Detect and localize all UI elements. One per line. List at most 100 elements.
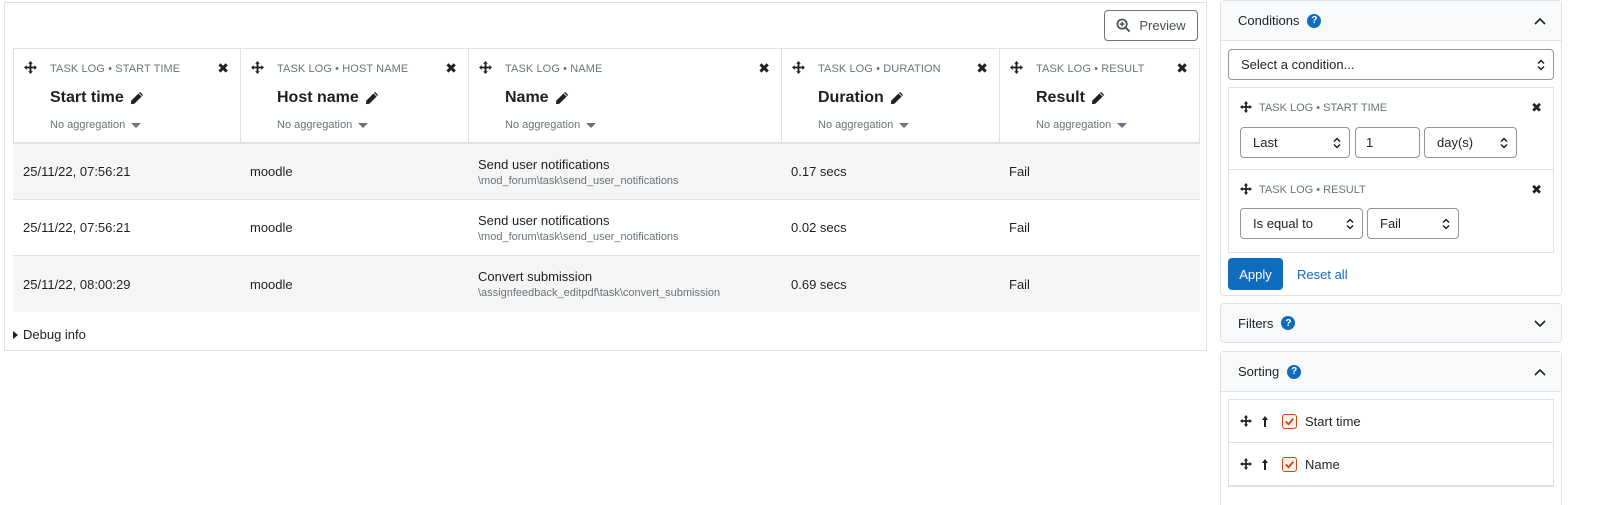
pencil-icon[interactable] [130, 91, 144, 105]
aggregation-dropdown[interactable]: No aggregation [50, 119, 142, 131]
pencil-icon[interactable] [555, 91, 569, 105]
aggregation-dropdown[interactable]: No aggregation [1036, 119, 1128, 131]
debug-info-toggle[interactable]: Debug info [13, 327, 86, 342]
check-icon [1285, 417, 1294, 426]
sort-item-label: Name [1305, 456, 1340, 472]
column-crumb: TASK LOG • NAME [505, 63, 603, 75]
move-icon[interactable] [792, 61, 805, 74]
cell-host-name: moodle [250, 164, 293, 179]
move-icon[interactable] [1010, 61, 1023, 74]
help-icon[interactable]: ? [1281, 316, 1296, 330]
pencil-icon[interactable] [365, 91, 379, 105]
condition-select-value: Select a condition... [1241, 57, 1355, 72]
result-value: Fail [1380, 216, 1401, 231]
remove-condition-icon[interactable]: ✖ [1531, 182, 1542, 198]
column-title[interactable]: Duration [818, 89, 904, 107]
column-crumb: TASK LOG • DURATION [818, 63, 941, 75]
column-title[interactable]: Start time [50, 89, 144, 107]
value-input[interactable]: 1 [1355, 127, 1420, 158]
result-value-select[interactable]: Fail [1367, 208, 1459, 239]
sorting-header[interactable]: Sorting ? [1221, 352, 1561, 392]
table-header: TASK LOG • START TIME ✖ Start time No ag… [13, 48, 1200, 144]
sort-item-label: Start time [1305, 413, 1361, 429]
column-crumb: TASK LOG • START TIME [50, 63, 181, 75]
column-title[interactable]: Host name [277, 89, 379, 107]
column-header-start-time[interactable]: TASK LOG • START TIME ✖ Start time No ag… [14, 49, 241, 142]
remove-column-icon[interactable]: ✖ [976, 60, 988, 77]
arrow-up-icon[interactable] [1260, 458, 1270, 471]
column-header-name[interactable]: TASK LOG • NAME ✖ Name No aggregation [469, 49, 782, 142]
sort-list: Start time Name [1228, 399, 1554, 487]
sort-item-name[interactable]: Name [1229, 443, 1553, 486]
disclosure-triangle-icon [13, 330, 18, 339]
select-arrows-icon [1500, 137, 1508, 149]
operator-value: Last [1253, 135, 1278, 150]
filters-title: Filters [1238, 315, 1274, 331]
unit-select[interactable]: day(s) [1424, 127, 1517, 158]
operator-select[interactable]: Is equal to [1240, 208, 1363, 239]
table-row: 25/11/22, 07:56:21 moodle Send user noti… [13, 144, 1200, 200]
sorting-title: Sorting [1238, 364, 1280, 379]
caret-down-icon [131, 122, 142, 128]
check-icon [1285, 460, 1294, 469]
condition-item-start-time: TASK LOG • START TIME ✖ Last 1 day(s) [1229, 88, 1553, 170]
remove-column-icon[interactable]: ✖ [758, 60, 770, 77]
task-classname: \mod_forum\task\send_user_notifications [478, 174, 679, 187]
remove-column-icon[interactable]: ✖ [445, 60, 457, 77]
move-icon[interactable] [479, 61, 492, 74]
column-header-duration[interactable]: TASK LOG • DURATION ✖ Duration No aggreg… [782, 49, 1000, 142]
help-icon[interactable]: ? [1287, 364, 1302, 379]
cell-duration: 0.02 secs [791, 220, 847, 235]
conditions-card: Conditions ? Select a condition... TASK … [1220, 0, 1562, 296]
cell-name: Send user notifications \mod_forum\task\s… [468, 144, 781, 199]
table-row: 25/11/22, 08:00:29 moodle Convert submis… [13, 256, 1200, 312]
cell-start-time: 25/11/22, 07:56:21 [23, 220, 131, 235]
reset-all-link[interactable]: Reset all [1297, 267, 1348, 282]
debug-info-label: Debug info [23, 327, 86, 342]
operator-select[interactable]: Last [1240, 127, 1350, 158]
sort-enabled-checkbox[interactable] [1282, 413, 1297, 429]
move-icon[interactable] [1240, 183, 1252, 195]
table-row: 25/11/22, 07:56:21 moodle Send user noti… [13, 200, 1200, 256]
arrow-up-icon[interactable] [1260, 415, 1270, 428]
pencil-icon[interactable] [890, 91, 904, 105]
conditions-header[interactable]: Conditions ? [1221, 1, 1561, 41]
task-name: Send user notifications [478, 212, 610, 228]
column-header-host-name[interactable]: TASK LOG • HOST NAME ✖ Host name No aggr… [241, 49, 469, 142]
preview-button[interactable]: Preview [1104, 10, 1198, 41]
column-title[interactable]: Name [505, 89, 569, 107]
move-icon[interactable] [1240, 101, 1252, 113]
remove-condition-icon[interactable]: ✖ [1531, 100, 1542, 116]
sort-item-start-time[interactable]: Start time [1229, 400, 1553, 443]
apply-button[interactable]: Apply [1228, 258, 1283, 290]
column-crumb: TASK LOG • HOST NAME [277, 63, 409, 75]
cell-result: Fail [1009, 164, 1030, 179]
preview-label: Preview [1139, 18, 1186, 33]
cell-name: Convert submission \assignfeedback_editpd… [468, 256, 781, 312]
sort-enabled-checkbox[interactable] [1282, 456, 1297, 472]
column-header-result[interactable]: TASK LOG • RESULT ✖ Result No aggregatio… [1000, 49, 1199, 142]
task-classname: \mod_forum\task\send_user_notifications [478, 230, 679, 243]
chevron-up-icon[interactable] [1533, 14, 1547, 28]
aggregation-dropdown[interactable]: No aggregation [505, 119, 597, 131]
remove-column-icon[interactable]: ✖ [217, 60, 229, 77]
pencil-icon[interactable] [1091, 91, 1105, 105]
column-title[interactable]: Result [1036, 89, 1105, 107]
chevron-down-icon[interactable] [1533, 316, 1547, 330]
task-classname: \assignfeedback_editpdf\task\convert_sub… [478, 287, 721, 299]
move-icon[interactable] [1240, 415, 1252, 427]
caret-down-icon [586, 122, 597, 128]
report-table: TASK LOG • START TIME ✖ Start time No ag… [13, 48, 1200, 312]
aggregation-dropdown[interactable]: No aggregation [277, 119, 369, 131]
filters-header[interactable]: Filters ? [1221, 304, 1561, 342]
aggregation-dropdown[interactable]: No aggregation [818, 119, 910, 131]
cell-host-name: moodle [250, 276, 293, 292]
caret-down-icon [1117, 122, 1128, 128]
move-icon[interactable] [1240, 458, 1252, 470]
remove-column-icon[interactable]: ✖ [1176, 60, 1188, 77]
move-icon[interactable] [24, 61, 37, 74]
chevron-up-icon[interactable] [1533, 365, 1547, 379]
help-icon[interactable]: ? [1307, 13, 1322, 28]
move-icon[interactable] [251, 61, 264, 74]
condition-select[interactable]: Select a condition... [1228, 49, 1554, 80]
